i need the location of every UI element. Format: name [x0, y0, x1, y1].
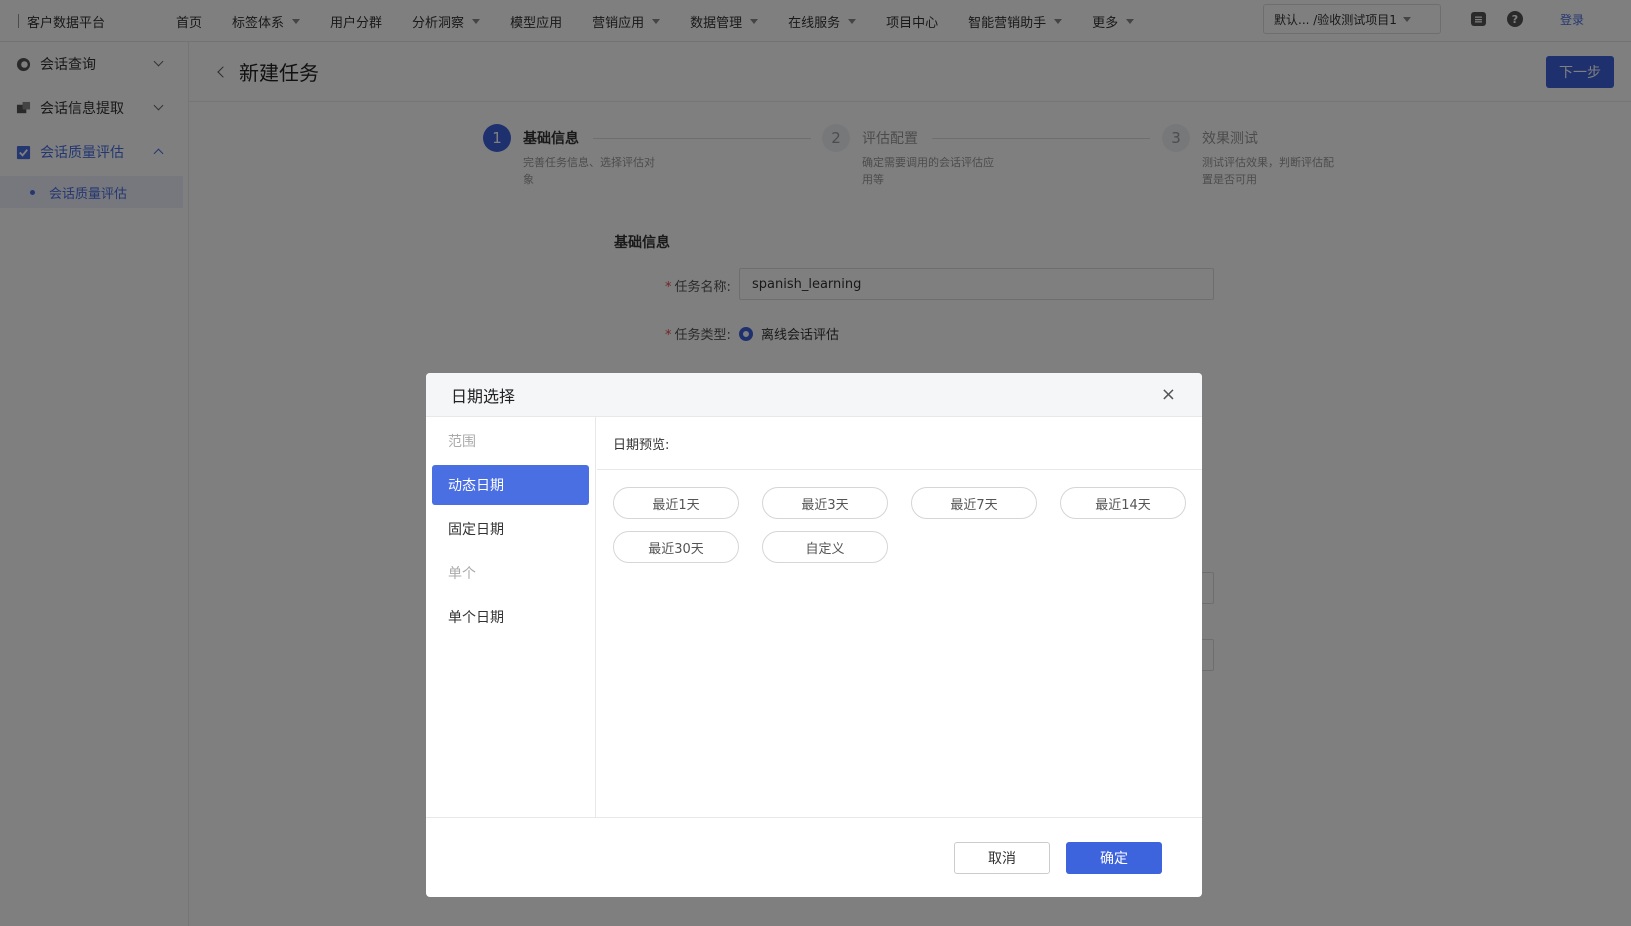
quick-range-30d[interactable]: 最近30天 [613, 531, 739, 563]
quick-range-1d[interactable]: 最近1天 [613, 487, 739, 519]
quick-range-custom[interactable]: 自定义 [762, 531, 888, 563]
modal-footer: 取消 确定 [426, 817, 1202, 897]
modal-header: 日期选择 × [426, 373, 1202, 417]
quick-range-3d[interactable]: 最近3天 [762, 487, 888, 519]
modal-body: 范围 动态日期 固定日期 单个 单个日期 日期预览: 最近1天 最近3天 最近7… [426, 417, 1202, 817]
cancel-button[interactable]: 取消 [954, 842, 1050, 874]
date-picker-modal: 日期选择 × 范围 动态日期 固定日期 单个 单个日期 日期预览: 最近1天 最… [426, 373, 1202, 897]
date-type-list: 范围 动态日期 固定日期 单个 单个日期 [426, 417, 596, 817]
close-icon[interactable]: × [1161, 385, 1176, 405]
quick-range-14d[interactable]: 最近14天 [1060, 487, 1186, 519]
group-label-range: 范围 [448, 434, 476, 450]
option-fixed-date[interactable]: 固定日期 [432, 509, 589, 549]
modal-title: 日期选择 [451, 386, 516, 406]
date-options-panel: 日期预览: 最近1天 最近3天 最近7天 最近14天 最近30天 自定义 [597, 417, 1202, 817]
option-single-date[interactable]: 单个日期 [432, 597, 589, 637]
confirm-button[interactable]: 确定 [1066, 842, 1162, 874]
option-dynamic-date[interactable]: 动态日期 [432, 465, 589, 505]
date-preview-label: 日期预览: [597, 417, 1202, 470]
group-label-single: 单个 [448, 566, 476, 582]
quick-range-7d[interactable]: 最近7天 [911, 487, 1037, 519]
